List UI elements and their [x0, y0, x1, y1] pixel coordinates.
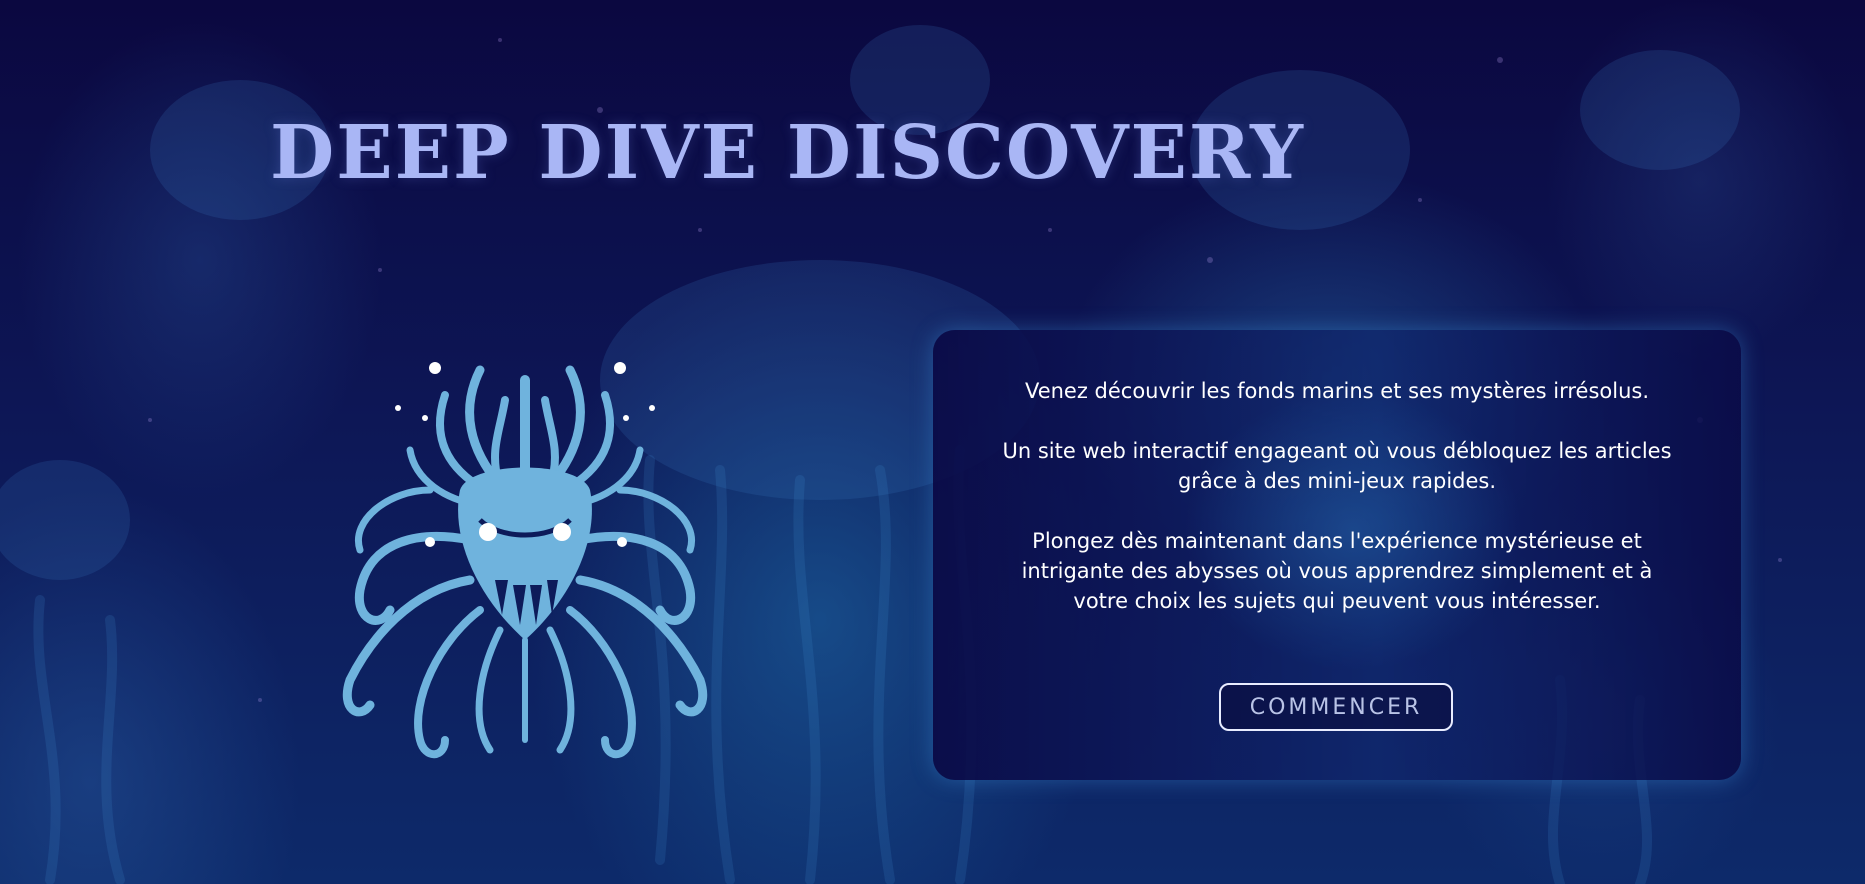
start-button[interactable]: COMMENCER	[1219, 683, 1453, 731]
abyssal-creature-icon	[342, 362, 708, 759]
intro-paragraph-3: Plongez dès maintenant dans l'expérience…	[1021, 529, 1653, 613]
landing-page: DEEP DIVE DISCOVERY Venez découvrir les …	[0, 0, 1865, 884]
intro-paragraph-2: Un site web interactif engageant où vous…	[1002, 439, 1672, 493]
intro-paragraph-1: Venez découvrir les fonds marins et ses …	[1024, 379, 1650, 403]
page-title: DEEP DIVE DISCOVERY	[270, 110, 1305, 196]
intro-card: Venez découvrir les fonds marins et ses …	[933, 330, 1741, 780]
